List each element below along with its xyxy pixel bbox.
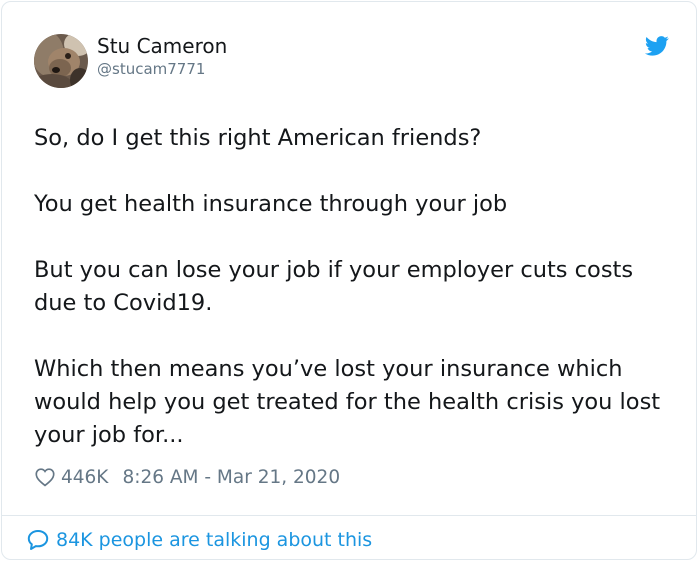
dog-photo-avatar-icon bbox=[34, 34, 88, 88]
tweet-timestamp[interactable]: 8:26 AM - Mar 21, 2020 bbox=[122, 467, 340, 488]
tweet-card: Stu Cameron @stucam7771 So, do I get thi… bbox=[1, 1, 697, 560]
conversation-link[interactable]: 84K people are talking about this bbox=[26, 527, 372, 553]
tweet-paragraph: You get health insurance through your jo… bbox=[34, 191, 508, 217]
tweet-paragraph: But you can lose your job if your employ… bbox=[34, 257, 634, 316]
divider bbox=[2, 515, 696, 516]
tweet-meta: 446K 8:26 AM - Mar 21, 2020 bbox=[34, 464, 340, 490]
tweet-paragraph: So, do I get this right American friends… bbox=[34, 125, 482, 151]
speech-bubble-icon bbox=[27, 530, 49, 550]
like-count[interactable]: 446K bbox=[61, 467, 108, 488]
conversation-label[interactable]: 84K people are talking about this bbox=[56, 529, 372, 551]
tweet-paragraph: Which then means you’ve lost your insura… bbox=[34, 356, 661, 448]
tweet-body: So, do I get this right American friends… bbox=[34, 122, 674, 452]
author-name[interactable]: Stu Cameron bbox=[97, 34, 227, 58]
heart-icon[interactable] bbox=[34, 466, 56, 488]
avatar[interactable] bbox=[34, 34, 88, 88]
twitter-bird-icon[interactable] bbox=[645, 36, 669, 56]
author-handle[interactable]: @stucam7771 bbox=[97, 59, 205, 79]
